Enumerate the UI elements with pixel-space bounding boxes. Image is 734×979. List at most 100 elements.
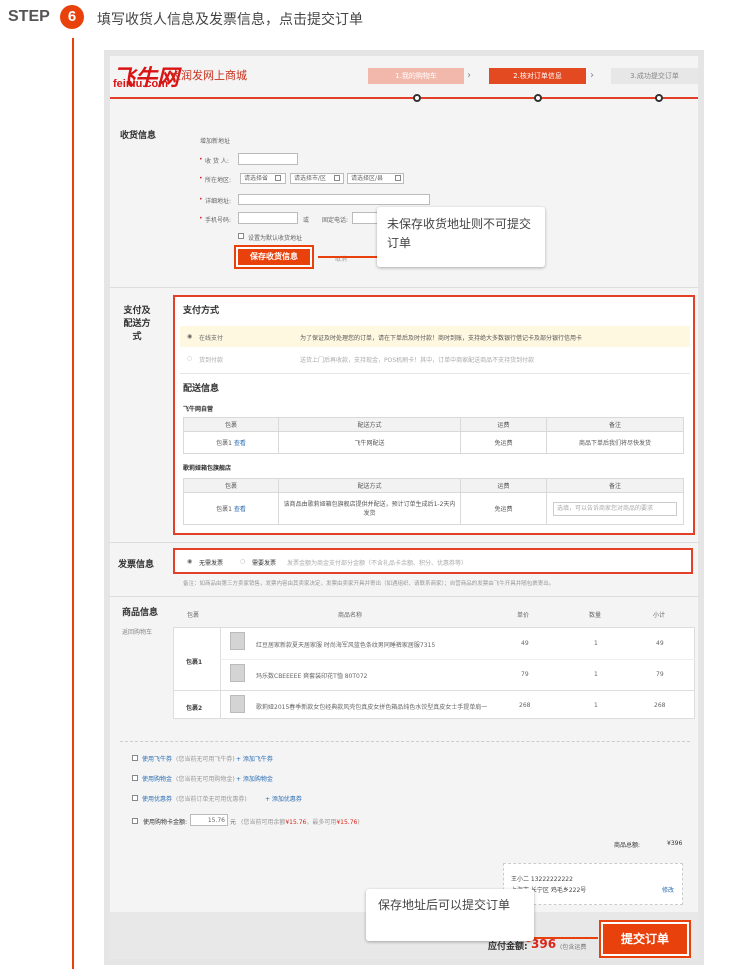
mobile-input[interactable] — [238, 212, 298, 224]
mobile-label: 手机号码: — [205, 217, 232, 224]
radio-icon[interactable]: ○ — [240, 558, 245, 565]
col-header: 运费 — [460, 478, 547, 493]
detail-address-input[interactable] — [238, 194, 430, 205]
view-package-link[interactable]: 查看 — [234, 440, 246, 447]
payment-title: 支付方式 — [183, 306, 220, 316]
modify-address-link[interactable]: 修改 — [662, 885, 674, 894]
note-cell: 选填，可以告诉商家您对商品的要求 — [546, 492, 684, 525]
region-label: 所在地区: — [205, 177, 232, 184]
goods-total-value: ¥396 — [667, 840, 683, 847]
add-voucher-link[interactable]: + 添加优惠券 — [265, 794, 302, 803]
card-balance-text: (您当前可用余额 — [241, 819, 286, 826]
invoice-desc: 发票金额为商金支付部分金额（不含礼品卡余额、积分、优惠券等） — [287, 560, 468, 567]
progress-dot-icon — [413, 94, 421, 102]
invoice-none-label[interactable]: 无需发票 — [199, 558, 223, 567]
col-header: 包裹 — [183, 478, 279, 493]
consignee-name-phone: 王小二 13222222222 — [511, 876, 573, 883]
col-header: 备注 — [546, 478, 684, 493]
header-divider — [110, 97, 698, 99]
back-to-cart-link[interactable]: 返回购物车 — [122, 627, 152, 636]
product-subtotal: 268 — [654, 702, 666, 709]
delivery-method: 该商品由歌莉娅箱包旗舰店提供并配送，预计订单生成后1-2天内发货 — [278, 492, 461, 525]
payable-note: (包含运费 — [560, 944, 587, 951]
submit-order-button[interactable]: 提交订单 — [599, 920, 691, 958]
invoice-note: 备注：如商品由第三方卖家销售，发票内容由其卖家决定，发票由卖家开具并寄出（如遇组… — [183, 581, 555, 587]
add-shopping-gold-link[interactable]: + 添加购物金 — [236, 774, 273, 783]
expand-icon[interactable] — [132, 795, 138, 801]
shopping-card-amount-input[interactable]: 15.76 — [190, 814, 228, 826]
product-qty: 1 — [594, 671, 598, 678]
shopping-gold-hint: (您当前无可用购物金) — [176, 776, 235, 783]
package-cell: 包裹1 查看 — [183, 492, 279, 525]
product-thumbnail[interactable] — [230, 664, 245, 682]
package-cell: 包裹1 查看 — [183, 431, 279, 454]
use-voucher-link[interactable]: 使用优惠券 — [142, 794, 172, 803]
default-address-checkbox[interactable] — [238, 233, 244, 239]
progress-step-done: 3.成功提交订单 — [611, 68, 698, 84]
consignee-name-input[interactable] — [238, 153, 298, 165]
col-header: 包裹 — [183, 417, 279, 432]
progress-step-confirm: 2.核对订单信息 — [489, 68, 586, 84]
product-thumbnail[interactable] — [230, 695, 245, 713]
product-name[interactable]: 红豆居家新款夏天居家服 时尚海军风蓝色条纹男同睡裤家居服7315 — [256, 640, 435, 649]
required-mark: • — [199, 215, 203, 222]
chevron-down-icon[interactable] — [395, 175, 401, 181]
yuan-label: 元 — [230, 819, 237, 826]
tip-unsaved-address: 未保存收货地址则不可提交订单 — [377, 207, 545, 267]
product-qty: 1 — [594, 640, 598, 647]
goods-total-label: 商品总额: — [614, 842, 641, 849]
col-header-qty: 数量 — [589, 612, 602, 619]
use-shopping-gold-link[interactable]: 使用购物金 — [142, 774, 172, 783]
payment-section-title-line2: 配送方式 — [123, 319, 151, 342]
feiniu-logo-sub: feiniu.com — [113, 78, 169, 90]
view-package-link[interactable]: 查看 — [234, 506, 246, 513]
shopping-card-label: 使用购物卡金额: — [143, 819, 188, 826]
use-coupon-link[interactable]: 使用飞牛券 — [142, 754, 172, 763]
save-address-button[interactable]: 保存收货信息 — [234, 245, 314, 269]
payment-section-title: 支付及 配送方式 — [122, 305, 152, 344]
product-subtotal: 49 — [656, 640, 664, 647]
add-new-address-link[interactable]: 增加新地址 — [200, 136, 230, 145]
col-header: 配送方式 — [278, 417, 461, 432]
tip-connector — [530, 937, 598, 939]
product-name[interactable]: 歌莉娅2015春季新款女包经典款风壳包真皮女拼色箱品纯色水饺型真皮女士手提单肩一 — [256, 702, 487, 711]
card-balance-amount: ¥15.76 — [285, 819, 307, 826]
expand-icon[interactable] — [132, 755, 138, 761]
or-label: 或 — [303, 217, 310, 224]
radio-icon[interactable]: ○ — [187, 355, 192, 362]
payable-amount: 396 — [531, 937, 557, 951]
product-price: 79 — [521, 671, 529, 678]
required-mark: • — [199, 156, 203, 163]
add-coupon-link[interactable]: + 添加飞牛券 — [236, 754, 273, 763]
invoice-need-label[interactable]: 需要发票 — [252, 558, 276, 567]
delivery-title: 配送信息 — [183, 384, 220, 394]
package-label: 包裹1 — [216, 506, 232, 513]
delivery-method: 飞牛网配送 — [278, 431, 461, 454]
chevron-down-icon[interactable] — [275, 175, 281, 181]
card-balance-note: (您当前可用余额¥15.76，最多可用¥15.76) — [241, 817, 360, 826]
section-divider — [110, 542, 698, 543]
col-header-package: 包裹 — [187, 612, 200, 619]
invoice-section-title: 发票信息 — [118, 560, 155, 570]
product-name[interactable]: 玛乐数CBEEEEE 爽套装印花T恤 80T072 — [256, 671, 368, 680]
detail-address-label: 详细地址: — [205, 198, 232, 205]
progress-dot-icon — [534, 94, 542, 102]
col-header: 配送方式 — [278, 478, 461, 493]
radio-selected-icon[interactable]: ◉ — [187, 333, 192, 340]
shopping-card-checkbox[interactable] — [132, 818, 138, 824]
card-max-amount: ¥15.76 — [336, 819, 358, 826]
package-label: 包裹2 — [186, 705, 203, 712]
tip-connector — [318, 256, 384, 258]
required-mark: • — [199, 175, 203, 182]
phone-label: 固定电话: — [322, 217, 349, 224]
merchant-note-input[interactable]: 选填，可以告诉商家您对商品的要求 — [553, 501, 677, 516]
progress-dot-icon — [655, 94, 663, 102]
product-thumbnail[interactable] — [230, 632, 245, 650]
expand-icon[interactable] — [132, 775, 138, 781]
coupon-hint: (您当前无可用飞牛券) — [176, 756, 235, 763]
radio-selected-icon[interactable]: ◉ — [187, 558, 192, 565]
col-header-subtotal: 小计 — [653, 612, 666, 619]
chevron-down-icon[interactable] — [334, 175, 340, 181]
site-name: 大润发网上商城 — [170, 69, 247, 82]
payment-cod-label[interactable]: 货到付款 — [199, 355, 223, 364]
